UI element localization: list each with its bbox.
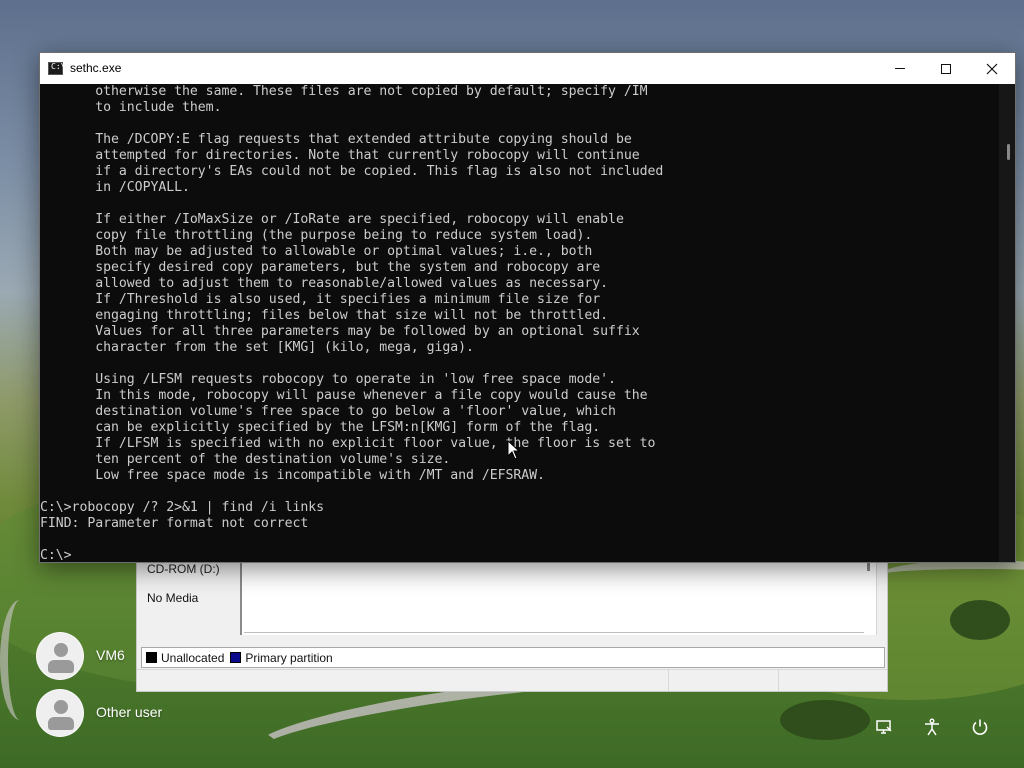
console-line: otherwise the same. These files are not …: [40, 84, 648, 99]
user-avatar-icon: [36, 632, 84, 680]
console-line: copy file throttling (the purpose being …: [40, 228, 593, 243]
minimize-button[interactable]: [877, 53, 923, 84]
console-line: C:\>: [40, 548, 72, 562]
console-output[interactable]: otherwise the same. These files are not …: [40, 84, 999, 562]
status-cell: [669, 670, 779, 691]
console-line: Both may be adjusted to allowable or opt…: [40, 244, 593, 259]
console-line: character from the set [KMG] (kilo, mega…: [40, 340, 474, 355]
console-line: can be explicitly specified by the LFSM:…: [40, 420, 601, 435]
minimize-icon: [895, 68, 905, 69]
console-line: to include them.: [40, 100, 222, 115]
console-line: The /DCOPY:E flag requests that extended…: [40, 132, 632, 147]
console-window[interactable]: C:\ sethc.exe otherwise the same. These …: [39, 52, 1016, 563]
user-name: VM6: [96, 647, 125, 663]
media-status: No Media: [147, 591, 199, 605]
network-icon[interactable]: [873, 716, 895, 738]
console-line: Using /LFSM requests robocopy to operate…: [40, 372, 616, 387]
legend-item-unallocated: Unallocated: [146, 651, 224, 665]
console-line: Values for all three parameters may be f…: [40, 324, 640, 339]
scrollbar-thumb[interactable]: [1007, 144, 1010, 160]
console-icon-glyph: C:\: [51, 62, 66, 71]
console-line: If either /IoMaxSize or /IoRate are spec…: [40, 212, 624, 227]
console-line: attempted for directories. Note that cur…: [40, 148, 640, 163]
drive-label: CD-ROM (D:): [147, 562, 220, 576]
mouse-pointer-icon: [507, 440, 521, 460]
disk-scrollbar[interactable]: [867, 563, 870, 571]
console-line: allowed to adjust them to reasonable/all…: [40, 276, 609, 291]
legend-label: Unallocated: [161, 650, 225, 665]
legend-item-primary: Primary partition: [230, 650, 333, 665]
status-cell: [137, 670, 669, 691]
console-icon: C:\: [48, 62, 66, 75]
console-text: otherwise the same. These files are not …: [40, 84, 663, 562]
disk-label-panel[interactable]: CD-ROM (D:) No Media: [137, 562, 242, 635]
close-button[interactable]: [969, 53, 1015, 84]
disk-volume-area[interactable]: [244, 563, 864, 633]
status-bar: [137, 669, 887, 691]
console-line: if a directory's EAs could not be copied…: [40, 164, 664, 179]
console-scrollbar[interactable]: [999, 84, 1015, 562]
console-line: ten percent of the destination volume's …: [40, 452, 451, 467]
user-tile-vm6[interactable]: VM6: [36, 632, 125, 680]
console-line: in /COPYALL.: [40, 180, 190, 195]
console-line: specify desired copy parameters, but the…: [40, 260, 601, 275]
console-line: destination volume's free space to go be…: [40, 404, 616, 419]
console-line: If /Threshold is also used, it specifies…: [40, 292, 601, 307]
status-cell: [779, 670, 887, 691]
maximize-icon: [941, 63, 951, 74]
console-line: C:\>robocopy /? 2>&1 | find /i links: [40, 500, 325, 515]
console-line: Low free space mode is incompatible with…: [40, 468, 545, 483]
maximize-button[interactable]: [923, 53, 969, 84]
disk-list: CD-ROM (D:) No Media: [137, 562, 877, 635]
primary-partition-swatch: [230, 652, 242, 663]
unallocated-swatch: [146, 652, 157, 663]
user-tile-other-user[interactable]: Other user: [36, 689, 162, 737]
user-name: Other user: [96, 704, 163, 720]
console-line: engaging throttling; files below that si…: [40, 308, 609, 323]
user-avatar-icon: [36, 689, 84, 737]
console-line: FIND: Parameter format not correct: [40, 516, 309, 531]
legend-bar: Unallocated Primary partition: [141, 647, 885, 668]
window-title: sethc.exe: [70, 61, 122, 75]
close-icon: [986, 63, 998, 74]
title-bar[interactable]: C:\ sethc.exe: [40, 53, 1015, 84]
legend-label: Primary partition: [245, 650, 333, 665]
accessibility-icon[interactable]: [921, 716, 943, 738]
power-icon[interactable]: [969, 716, 991, 738]
console-line: In this mode, robocopy will pause whenev…: [40, 388, 648, 403]
disk-management-window: CD-ROM (D:) No Media Unallocated Primary…: [136, 562, 888, 692]
console-line: If /LFSM is specified with no explicit f…: [40, 436, 656, 451]
